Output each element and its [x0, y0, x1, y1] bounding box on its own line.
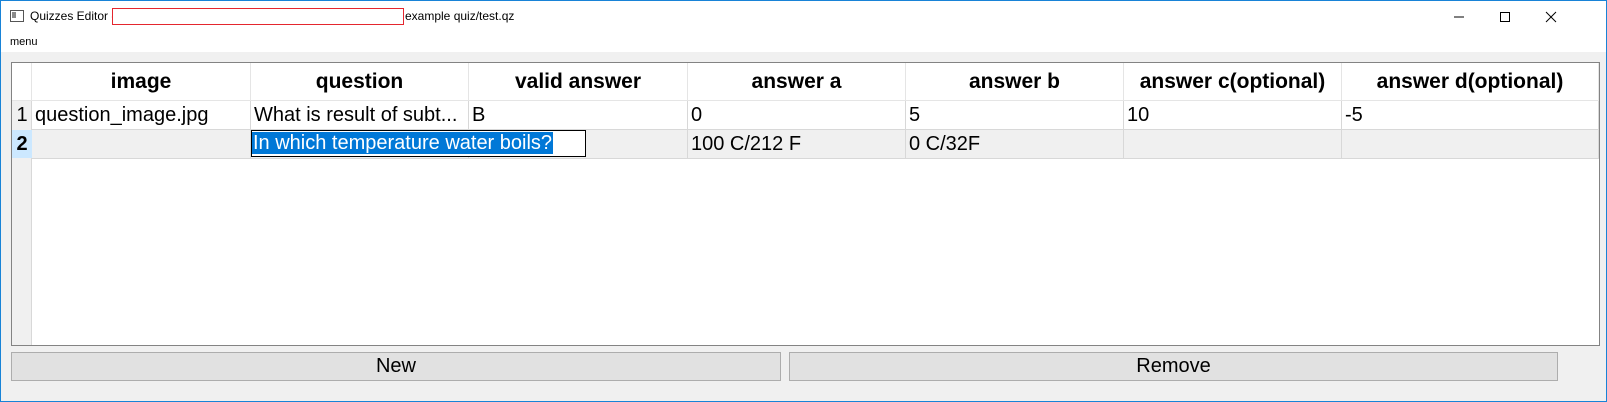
cell-image[interactable]: question_image.jpg [32, 101, 251, 130]
column-header-valid-answer[interactable]: valid answer [469, 63, 688, 101]
row-header-2[interactable]: 2 [12, 130, 32, 158]
cell-answer-a[interactable]: 100 C/212 F [688, 130, 906, 159]
cell-answer-c[interactable]: 10 [1124, 101, 1342, 130]
app-icon [10, 10, 24, 22]
cell-image[interactable] [32, 130, 251, 159]
column-header-answer-a[interactable]: answer a [688, 63, 906, 101]
row-header-1[interactable]: 1 [12, 101, 32, 130]
minimize-icon [1454, 16, 1464, 17]
cell-answer-d[interactable] [1342, 130, 1599, 159]
maximize-button[interactable] [1482, 1, 1528, 32]
cell-answer-a[interactable]: 0 [688, 101, 906, 130]
quiz-table[interactable]: image question valid answer answer a ans… [11, 62, 1600, 346]
maximize-icon [1500, 11, 1510, 22]
window-title-file: example quiz/test.qz [405, 9, 515, 23]
app-window: Quizzes Editor - example quiz/test.qz me… [0, 0, 1607, 402]
close-button[interactable] [1528, 1, 1574, 32]
cell-answer-b[interactable]: 0 C/32F [906, 130, 1124, 159]
cell-answer-c[interactable] [1124, 130, 1342, 159]
column-header-image[interactable]: image [32, 63, 251, 101]
column-header-answer-c[interactable]: answer c(optional) [1124, 63, 1342, 101]
redacted-path-box [112, 8, 404, 25]
menu-bar: menu [1, 32, 1606, 52]
new-button[interactable]: New [11, 352, 781, 381]
close-icon [1545, 11, 1557, 22]
cell-answer-b[interactable]: 5 [906, 101, 1124, 130]
cell-answer-d[interactable]: -5 [1342, 101, 1599, 130]
minimize-button[interactable] [1436, 1, 1482, 32]
window-title-prefix: Quizzes Editor - [30, 9, 116, 23]
cell-valid-answer[interactable]: B [469, 101, 688, 130]
editor-selected-text: In which temperature water boils? [252, 132, 554, 154]
cell-question[interactable]: What is result of subt... [251, 101, 469, 130]
title-bar[interactable]: Quizzes Editor - example quiz/test.qz [1, 1, 1606, 32]
question-cell-editor[interactable]: In which temperature water boils? [251, 130, 586, 157]
column-header-question[interactable]: question [251, 63, 469, 101]
remove-button[interactable]: Remove [789, 352, 1558, 381]
menu-item[interactable]: menu [10, 36, 38, 48]
column-header-answer-d[interactable]: answer d(optional) [1342, 63, 1599, 101]
column-header-answer-b[interactable]: answer b [906, 63, 1124, 101]
table-corner-button[interactable] [12, 63, 32, 101]
